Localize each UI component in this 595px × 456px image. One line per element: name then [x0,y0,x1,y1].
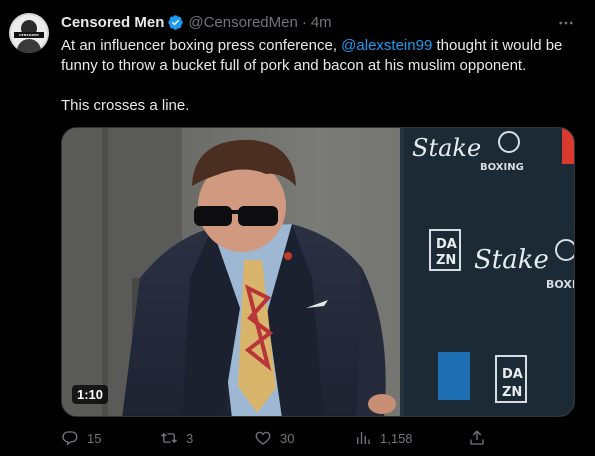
more-options-icon[interactable] [556,14,576,32]
avatar-label: CENSORED [19,33,39,37]
reply-icon [62,431,78,446]
tweet-header: Censored Men @CensoredMen · 4m [61,12,332,32]
tweet-first-paragraph: At an influencer boxing press conference… [61,36,581,76]
timestamp[interactable]: 4m [311,14,332,31]
video-player[interactable]: Stake BOXING DA ZN Stake BOXI DA ZN 1:10 [61,127,575,417]
view-count: 1,158 [380,430,413,446]
backdrop-boxing-2: BOXI [546,278,575,291]
backdrop-dazn-2b: ZN [502,385,522,400]
like-button[interactable]: 30 [254,428,294,448]
tweet[interactable]: CENSORED Censored Men @CensoredMen · 4m … [0,0,595,456]
retweet-count: 3 [186,430,194,446]
views-button[interactable]: 1,158 [354,428,413,448]
heart-icon [255,431,271,445]
verified-badge-icon[interactable] [167,14,184,31]
share-icon [470,430,484,445]
avatar[interactable]: CENSORED [9,13,49,53]
tweet-text-start: At an influencer boxing press conference… [61,37,342,54]
reply-count: 15 [87,430,102,446]
backdrop-dazn-2a: DA [502,367,523,382]
retweet-icon [161,432,177,444]
tweet-second-paragraph: This crosses a line. [61,97,190,114]
mention-link[interactable]: @alexstein99 [341,37,432,54]
share-button[interactable] [468,428,486,448]
backdrop-dazn-1b: ZN [436,253,456,268]
video-duration: 1:10 [72,385,109,404]
action-bar: 15 3 30 1,158 [61,428,491,448]
author-display-name[interactable]: Censored Men [61,14,164,31]
like-count: 30 [280,430,295,446]
separator-dot: · [301,13,307,31]
avatar-image: CENSORED [11,15,47,53]
tweet-text: At an influencer boxing press conference… [61,36,581,116]
backdrop-stake-1: Stake [412,134,481,162]
backdrop-stake-2: Stake [474,245,549,275]
views-chart-icon [357,432,370,444]
backdrop-dazn-1a: DA [436,237,457,252]
author-handle[interactable]: @CensoredMen [188,14,297,31]
reply-button[interactable]: 15 [61,428,101,448]
video-frame: Stake BOXING DA ZN Stake BOXI DA ZN [62,128,575,416]
retweet-button[interactable]: 3 [160,428,193,448]
backdrop-boxing-1: BOXING [480,162,524,173]
